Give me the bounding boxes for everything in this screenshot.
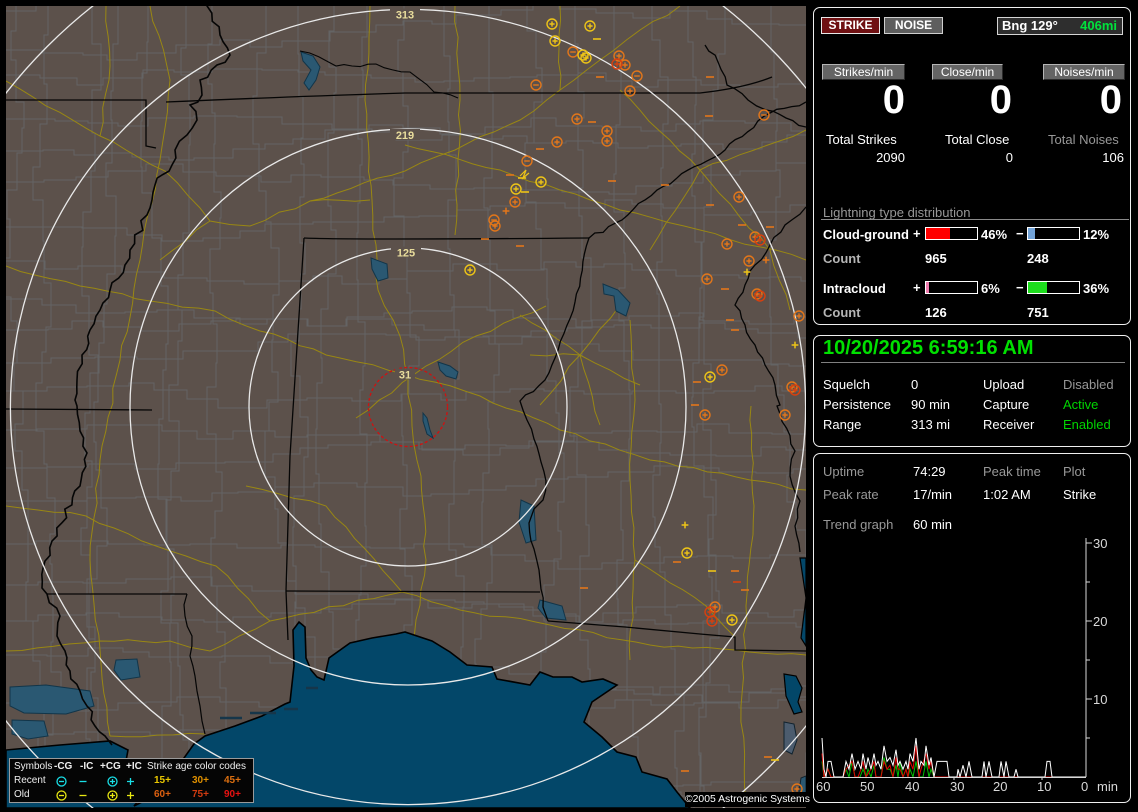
svg-text:20: 20 bbox=[993, 779, 1007, 794]
svg-text:30: 30 bbox=[1093, 536, 1107, 551]
svg-text:20: 20 bbox=[1093, 614, 1107, 629]
svg-text:10: 10 bbox=[1093, 692, 1107, 707]
svg-text:10: 10 bbox=[1037, 779, 1051, 794]
svg-text:0: 0 bbox=[1081, 779, 1088, 794]
svg-text:30: 30 bbox=[950, 779, 964, 794]
svg-text:60: 60 bbox=[816, 779, 830, 794]
svg-text:40: 40 bbox=[905, 779, 919, 794]
svg-text:min: min bbox=[1097, 779, 1118, 794]
svg-text:50: 50 bbox=[860, 779, 874, 794]
